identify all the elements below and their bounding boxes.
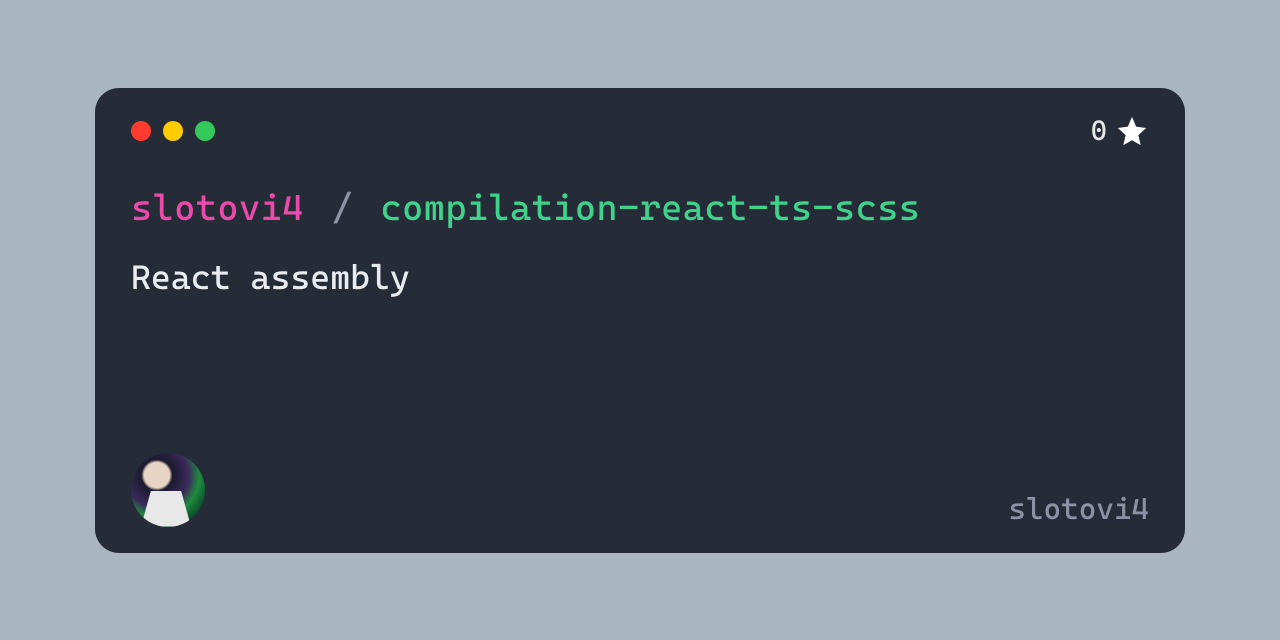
- username[interactable]: slotovi4: [1008, 492, 1149, 527]
- star-count-group: 0: [1091, 114, 1149, 148]
- avatar[interactable]: [131, 453, 205, 527]
- traffic-lights: [131, 121, 215, 141]
- repo-path: slotovi4 / compilation-react-ts-scss: [131, 188, 1149, 229]
- path-separator: /: [331, 188, 353, 229]
- close-icon[interactable]: [131, 121, 151, 141]
- maximize-icon[interactable]: [195, 121, 215, 141]
- titlebar: 0: [131, 116, 1149, 146]
- repo-description: React assembly: [131, 257, 1149, 297]
- minimize-icon[interactable]: [163, 121, 183, 141]
- repo-owner[interactable]: slotovi4: [131, 188, 304, 229]
- card-footer: slotovi4: [131, 453, 1149, 527]
- repo-card: 0 slotovi4 / compilation-react-ts-scss R…: [95, 88, 1185, 553]
- star-count: 0: [1091, 114, 1107, 147]
- repo-name[interactable]: compilation-react-ts-scss: [381, 188, 921, 229]
- star-icon[interactable]: [1115, 114, 1149, 148]
